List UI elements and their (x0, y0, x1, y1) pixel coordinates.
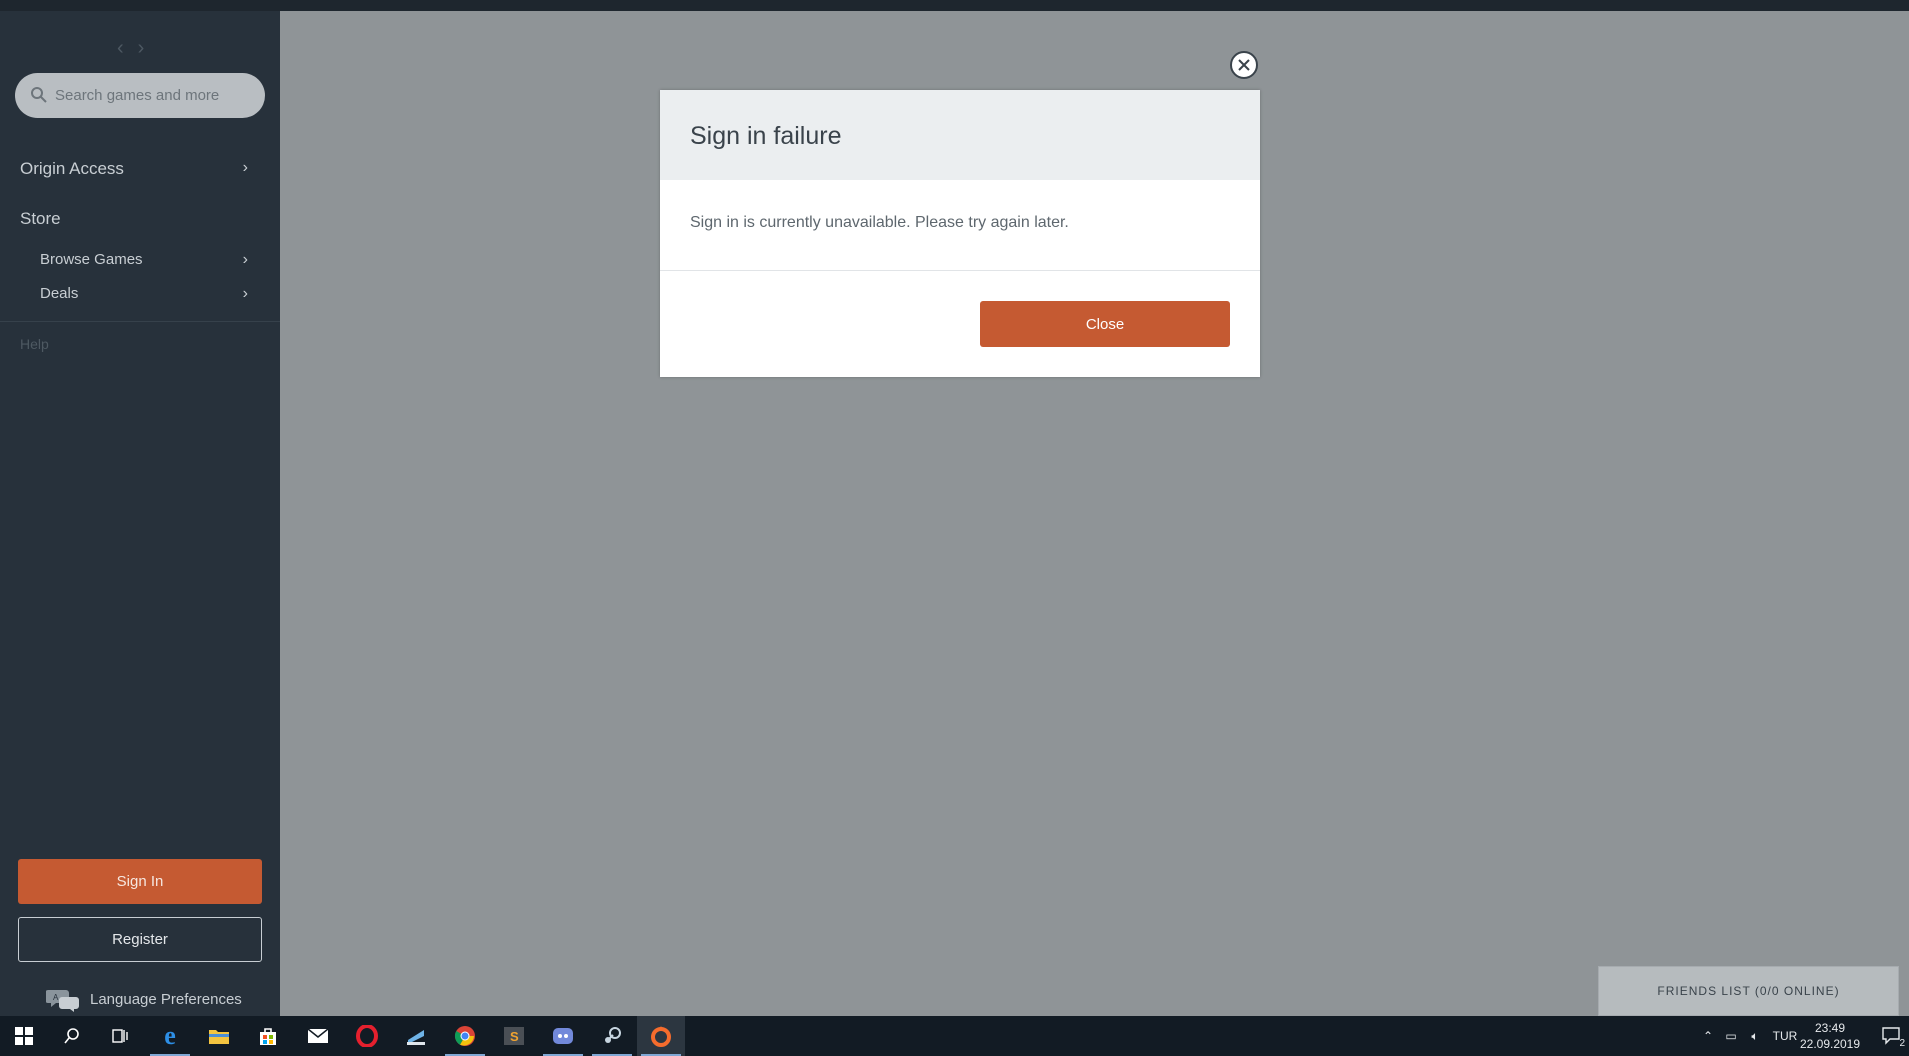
chevron-right-icon: › (242, 159, 248, 176)
sidebar-item-deals[interactable]: Deals › (0, 285, 280, 302)
search-box[interactable]: Search games and more (15, 73, 265, 118)
dialog-header: Sign in failure (660, 90, 1260, 180)
discord-icon[interactable] (539, 1016, 587, 1056)
origin-app-icon[interactable] (637, 1016, 685, 1056)
close-button[interactable]: Close (980, 301, 1230, 347)
friends-list-label: FRIENDS LIST (0/0 ONLINE) (1657, 984, 1840, 998)
friends-list-button[interactable]: FRIENDS LIST (0/0 ONLINE) (1598, 966, 1899, 1016)
nav-arrows: ‹› (117, 37, 158, 60)
forward-arrow-icon[interactable]: › (138, 37, 159, 59)
system-tray: ⌃ ▭ 🔈︎ TUR (1697, 1016, 1803, 1056)
sidebar-item-help[interactable]: Help (20, 336, 49, 352)
sign-in-failure-dialog: Sign in failure Sign in is currently una… (660, 90, 1260, 377)
clock-date: 22.09.2019 (1799, 1037, 1861, 1051)
taskbar-clock[interactable]: 23:49 22.09.2019 (1795, 1020, 1865, 1052)
sidebar-divider (0, 321, 280, 322)
window-title-bar (0, 0, 1909, 11)
edge-browser-icon[interactable]: e (146, 1016, 194, 1056)
search-input[interactable]: Search games and more (55, 87, 219, 104)
dialog-title: Sign in failure (690, 122, 842, 150)
action-center-icon[interactable]: 2 (1874, 1016, 1909, 1056)
sidebar-item-browse-games[interactable]: Browse Games › (0, 251, 280, 268)
sidebar-item-label: Store (20, 209, 61, 228)
clock-time: 23:49 (1814, 1021, 1846, 1035)
task-view-icon[interactable] (96, 1016, 144, 1056)
dialog-message: Sign in is currently unavailable. Please… (690, 214, 1069, 231)
search-icon (31, 87, 47, 103)
language-icon: A (46, 990, 79, 1012)
dialog-divider (660, 270, 1260, 271)
chrome-browser-icon[interactable] (441, 1016, 489, 1056)
sidebar-item-origin-access[interactable]: Origin Access › (0, 159, 280, 179)
modal-close-icon[interactable] (1229, 50, 1259, 80)
notification-count-badge: 2 (1899, 1038, 1905, 1049)
windows-start-icon[interactable] (0, 1016, 48, 1056)
mail-icon[interactable] (294, 1016, 342, 1056)
volume-icon[interactable]: 🔈︎ (1743, 1029, 1767, 1044)
sidebar: ‹› Search games and more Origin Access ›… (0, 11, 280, 1016)
sidebar-item-store[interactable]: Store (0, 209, 280, 229)
app-launcher-icon[interactable] (392, 1016, 440, 1056)
sidebar-item-label: Browse Games (40, 251, 143, 268)
register-button[interactable]: Register (18, 917, 262, 962)
svg-text:S: S (510, 1029, 519, 1044)
taskbar-search-icon[interactable] (48, 1016, 96, 1056)
store-icon[interactable] (244, 1016, 292, 1056)
sublime-text-icon[interactable]: S (490, 1016, 538, 1056)
back-arrow-icon[interactable]: ‹ (117, 37, 138, 59)
windows-taskbar: e S ⌃ ▭ 🔈︎ TUR 23:49 22.09.2019 2 (0, 1016, 1909, 1056)
chevron-right-icon: › (242, 251, 248, 268)
chevron-right-icon: › (242, 285, 248, 302)
opera-browser-icon[interactable] (343, 1016, 391, 1056)
steam-icon[interactable] (588, 1016, 636, 1056)
sidebar-item-label: Origin Access (20, 159, 124, 178)
file-explorer-icon[interactable] (195, 1016, 243, 1056)
language-preferences-label: Language Preferences (90, 991, 242, 1008)
sidebar-item-label: Deals (40, 285, 79, 302)
svg-text:A: A (53, 993, 59, 1002)
network-icon[interactable]: ▭ (1719, 1029, 1743, 1043)
sign-in-button[interactable]: Sign In (18, 859, 262, 904)
show-hidden-icons-icon[interactable]: ⌃ (1697, 1029, 1719, 1043)
